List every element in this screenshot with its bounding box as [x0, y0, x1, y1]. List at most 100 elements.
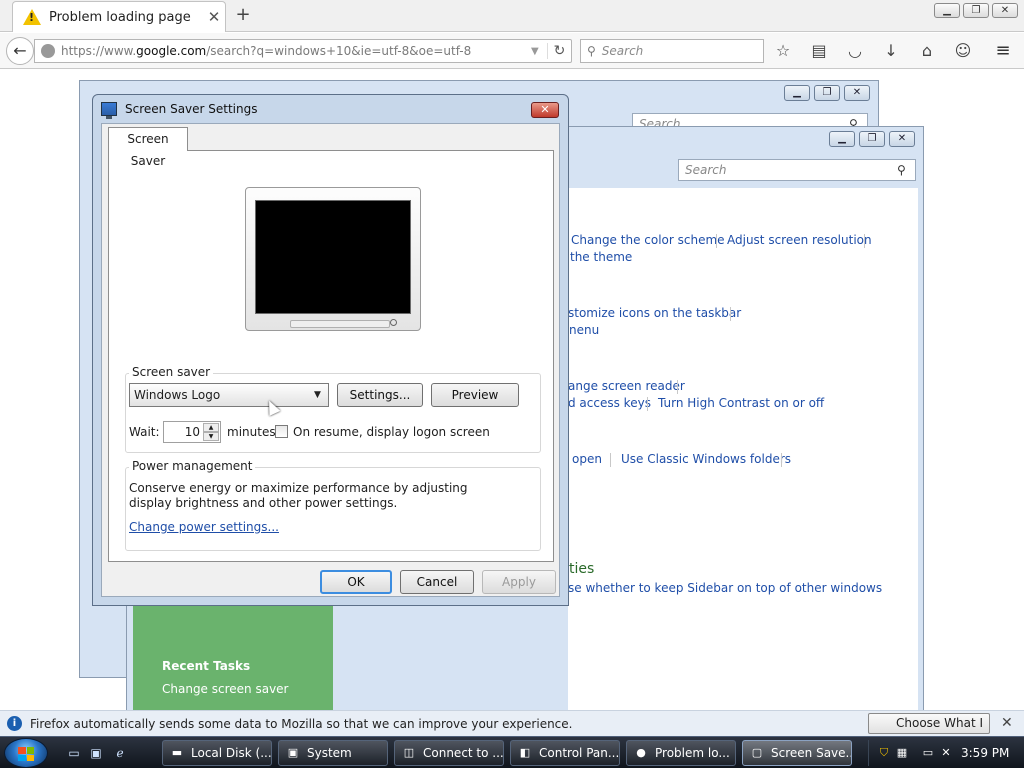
link-menu[interactable]: nenu	[569, 323, 599, 337]
bookmark-star-icon[interactable]: ☆	[772, 41, 794, 61]
taskbar-button-firefox[interactable]: ● Problem lo...	[626, 740, 736, 766]
browser-tab[interactable]: Problem loading page ✕	[12, 1, 226, 32]
preview-button[interactable]: Preview	[431, 383, 519, 407]
link-classic-windows-folders[interactable]: Use Classic Windows folders	[621, 452, 791, 466]
close-icon[interactable]: ✕	[531, 102, 559, 118]
warning-icon	[23, 9, 41, 25]
minimize-icon[interactable]: ▁	[829, 131, 855, 147]
link-high-contrast[interactable]: Turn High Contrast on or off	[658, 396, 824, 410]
taskbar-button-screen-saver[interactable]: ▢ Screen Save...	[742, 740, 852, 766]
monitor-stand	[290, 320, 390, 328]
minimize-icon[interactable]: ▁	[934, 3, 960, 18]
clock[interactable]: 3:59 PM	[961, 746, 1009, 760]
control-panel-search-box[interactable]: Search ⚲	[678, 159, 916, 181]
display-tray-icon[interactable]: ▭	[921, 746, 935, 760]
taskbar-button-connect[interactable]: ◫ Connect to ...	[394, 740, 504, 766]
monitor-icon	[101, 102, 117, 119]
wait-minutes-value: 10	[184, 425, 200, 439]
taskbar-button-control-panel[interactable]: ◧ Control Pan...	[510, 740, 620, 766]
hamburger-menu-icon[interactable]: ≡	[992, 41, 1014, 61]
ok-button[interactable]: OK	[320, 570, 392, 594]
internet-explorer-icon[interactable]: ℯ	[112, 746, 128, 760]
restore-icon[interactable]: ❐	[814, 85, 840, 101]
link-sidebar-on-top[interactable]: se whether to keep Sidebar on top of oth…	[568, 581, 882, 595]
taskbar-button-system[interactable]: ▣ System	[278, 740, 388, 766]
firefox-notification-bar: i Firefox automatically sends some data …	[0, 710, 1024, 749]
resume-logon-label[interactable]: On resume, display logon screen	[293, 425, 490, 439]
tab-close-icon[interactable]: ✕	[203, 8, 225, 26]
link-change-color-scheme[interactable]: Change the color scheme	[571, 233, 725, 247]
screen-saver-preview-monitor	[245, 187, 421, 331]
screen-saver-icon: ▢	[751, 746, 763, 759]
link-access-keys[interactable]: d access keys	[568, 396, 651, 410]
taskbar-button-local-disk[interactable]: ▬ Local Disk (...	[162, 740, 272, 766]
stepper-up-icon[interactable]: ▲	[203, 423, 219, 432]
dialog-title-bar[interactable]: Screen Saver Settings	[93, 95, 568, 123]
link-separator	[864, 234, 865, 248]
pocket-icon[interactable]: ◡	[844, 41, 866, 61]
dialog-title: Screen Saver Settings	[125, 102, 258, 116]
recent-task-change-screen-saver[interactable]: Change screen saver	[162, 682, 289, 696]
url-dropdown-icon[interactable]: ▼	[531, 46, 547, 57]
category-heading[interactable]: ties	[569, 561, 594, 577]
reading-list-icon[interactable]: ▤	[808, 41, 830, 61]
close-icon[interactable]: ✕	[992, 3, 1018, 18]
dialog-body: Screen Saver Screen saver Windows Logo ▼…	[101, 123, 560, 597]
control-panel-window-controls: ▁ ❐ ✕	[829, 131, 915, 147]
network-tray-icon[interactable]: ▦	[895, 746, 909, 760]
close-icon[interactable]: ✕	[889, 131, 915, 147]
close-icon[interactable]: ✕	[1001, 715, 1017, 731]
minimize-icon[interactable]: ▁	[784, 85, 810, 101]
choose-what-i-share-button[interactable]: Choose What I Share	[868, 713, 990, 749]
home-icon[interactable]: ⌂	[916, 41, 938, 61]
shield-icon[interactable]: ⛉	[877, 746, 891, 760]
link-separator	[677, 380, 678, 394]
close-icon[interactable]: ✕	[844, 85, 870, 101]
link-change-screen-reader[interactable]: ange screen reader	[568, 379, 685, 393]
wait-label: Wait:	[129, 425, 160, 439]
change-power-settings-link[interactable]: Change power settings...	[129, 520, 279, 534]
url-bar[interactable]: https://www.google.com/search?q=windows+…	[34, 39, 572, 63]
browser-search-box[interactable]: ⚲ Search	[580, 39, 764, 63]
restore-icon[interactable]: ❐	[859, 131, 885, 147]
link-customize-taskbar-icons[interactable]: stomize icons on the taskbar	[568, 306, 741, 320]
tab-screen-saver[interactable]: Screen Saver	[108, 127, 188, 168]
chat-icon[interactable]: ☺	[952, 41, 974, 61]
windows-taskbar: ▭ ▣ ℯ ▬ Local Disk (... ▣ System ◫ Connect …	[0, 736, 1024, 768]
minutes-label: minutes	[227, 425, 276, 439]
back-button[interactable]: ←	[6, 37, 34, 65]
recent-tasks-title: Recent Tasks	[162, 659, 251, 673]
resume-logon-checkbox[interactable]	[275, 425, 288, 438]
download-icon[interactable]: ↓	[880, 41, 902, 61]
browser-window-controls: ▁ ❐ ✕	[934, 3, 1018, 18]
show-desktop-icon[interactable]: ▭	[66, 746, 82, 760]
url-text: https://www.google.com/search?q=windows+…	[61, 44, 472, 58]
screen-saver-select[interactable]: Windows Logo ▼	[129, 383, 329, 407]
browser-search-placeholder: Search	[601, 44, 644, 58]
start-button[interactable]	[4, 738, 48, 768]
link-theme[interactable]: the theme	[570, 250, 632, 264]
link-open[interactable]: open	[572, 452, 602, 466]
power-management-label: Power management	[129, 459, 256, 473]
browser-navbar: https://www.google.com/search?q=windows+…	[0, 33, 1024, 69]
restore-icon[interactable]: ❐	[963, 3, 989, 18]
notification-message: Firefox automatically sends some data to…	[30, 717, 573, 731]
link-separator	[730, 307, 731, 321]
folder-icon: ▬	[171, 746, 183, 759]
link-adjust-screen-resolution[interactable]: Adjust screen resolution	[727, 233, 872, 247]
volume-muted-icon[interactable]: ✕	[939, 746, 953, 760]
system-icon: ▣	[287, 746, 299, 759]
cancel-button[interactable]: Cancel	[400, 570, 474, 594]
reload-icon[interactable]: ↻	[547, 43, 571, 59]
system-tray: ⛉ ▦ ▭ ✕ 3:59 PM	[868, 740, 1020, 766]
firefox-icon: ●	[636, 746, 646, 759]
stepper-down-icon[interactable]: ▼	[203, 432, 219, 441]
wait-minutes-stepper[interactable]: 10 ▲ ▼	[163, 421, 221, 443]
search-icon: ⚲	[587, 44, 596, 58]
apply-button[interactable]: Apply	[482, 570, 556, 594]
globe-icon	[41, 44, 55, 58]
new-tab-button[interactable]: +	[232, 4, 254, 26]
link-separator	[647, 397, 648, 411]
switch-windows-icon[interactable]: ▣	[88, 746, 104, 760]
settings-button[interactable]: Settings...	[337, 383, 423, 407]
